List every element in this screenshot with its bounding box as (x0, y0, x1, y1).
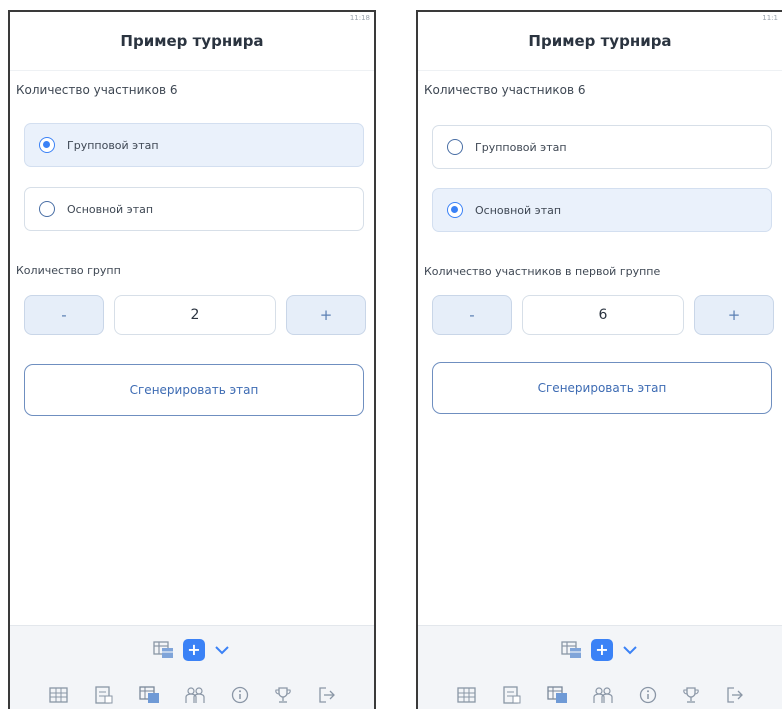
radio-label: Групповой этап (475, 140, 567, 154)
toolbar-bottom-row (10, 685, 374, 705)
radio-option-group-stage[interactable]: Групповой этап (432, 125, 772, 169)
tables-icon[interactable] (546, 685, 569, 705)
radio-label: Основной этап (475, 203, 562, 217)
bottom-toolbar: + (10, 625, 374, 709)
document-icon[interactable] (93, 685, 115, 705)
radio-selected-icon[interactable] (39, 137, 55, 153)
logout-icon[interactable] (725, 685, 745, 705)
decrement-button[interactable]: - (432, 295, 512, 335)
stepper-label: Количество участников в первой группе (424, 265, 661, 278)
toolbar-top-row: + (418, 639, 782, 661)
radio-selected-icon[interactable] (447, 202, 463, 218)
grid-icon[interactable] (48, 685, 70, 705)
stepper-value-field[interactable]: 2 (114, 295, 276, 335)
page-title: Пример турнира (120, 32, 264, 50)
header: Пример турнира (418, 12, 782, 71)
radio-option-main-stage[interactable]: Основной этап (24, 187, 364, 231)
radio-unselected-icon[interactable] (39, 201, 55, 217)
radio-unselected-icon[interactable] (447, 139, 463, 155)
grid-icon[interactable] (456, 685, 478, 705)
page-title: Пример турнира (528, 32, 672, 50)
generate-stage-button[interactable]: Сгенерировать этап (24, 364, 364, 416)
status-time: 11:1 (762, 14, 778, 22)
group-count-stepper: - 2 + (24, 295, 366, 335)
radio-option-group-stage[interactable]: Групповой этап (24, 123, 364, 167)
bottom-toolbar: + (418, 625, 782, 709)
header: Пример турнира (10, 12, 374, 71)
stepper-value-field[interactable]: 6 (522, 295, 684, 335)
logout-icon[interactable] (317, 685, 337, 705)
toolbar-top-row: + (10, 639, 374, 661)
table-icon[interactable] (561, 640, 583, 660)
info-icon[interactable] (638, 685, 658, 705)
chevron-down-icon[interactable] (621, 643, 639, 657)
info-icon[interactable] (230, 685, 250, 705)
users-icon[interactable] (184, 685, 206, 705)
chevron-down-icon[interactable] (213, 643, 231, 657)
participants-stepper: - 6 + (432, 295, 774, 335)
radio-option-main-stage[interactable]: Основной этап (432, 188, 772, 232)
participants-count-label: Количество участников 6 (16, 83, 178, 97)
increment-button[interactable]: + (694, 295, 774, 335)
document-icon[interactable] (501, 685, 523, 705)
radio-label: Основной этап (67, 202, 154, 216)
radio-label: Групповой этап (67, 138, 159, 152)
stepper-label: Количество групп (16, 264, 121, 277)
add-icon[interactable]: + (591, 639, 613, 661)
trophy-icon[interactable] (273, 685, 293, 705)
increment-button[interactable]: + (286, 295, 366, 335)
decrement-button[interactable]: - (24, 295, 104, 335)
users-icon[interactable] (592, 685, 614, 705)
phone-screen-group-stage: 11:18 Пример турнира Количество участник… (8, 10, 376, 709)
generate-stage-button[interactable]: Сгенерировать этап (432, 362, 772, 414)
tables-icon[interactable] (138, 685, 161, 705)
toolbar-bottom-row (418, 685, 782, 705)
trophy-icon[interactable] (681, 685, 701, 705)
participants-count-label: Количество участников 6 (424, 83, 586, 97)
add-icon[interactable]: + (183, 639, 205, 661)
phone-screen-main-stage: 11:1 Пример турнира Количество участнико… (416, 10, 782, 709)
status-time: 11:18 (349, 14, 370, 22)
table-icon[interactable] (153, 640, 175, 660)
